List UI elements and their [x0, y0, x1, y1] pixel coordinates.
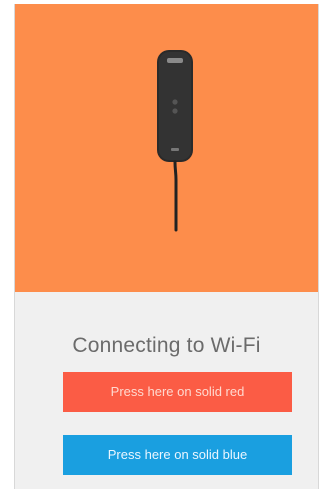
setup-screen: Connecting to Wi-Fi Press here on solid … [15, 4, 318, 489]
wifi-hub-device-icon [145, 44, 205, 244]
hero-illustration-panel [15, 4, 318, 292]
press-solid-red-button[interactable]: Press here on solid red [63, 372, 292, 412]
status-title: Connecting to Wi-Fi [72, 334, 261, 357]
screen-border-right [318, 4, 319, 489]
press-solid-blue-button[interactable]: Press here on solid blue [63, 435, 292, 475]
app-window: Connecting to Wi-Fi Press here on solid … [0, 0, 332, 489]
